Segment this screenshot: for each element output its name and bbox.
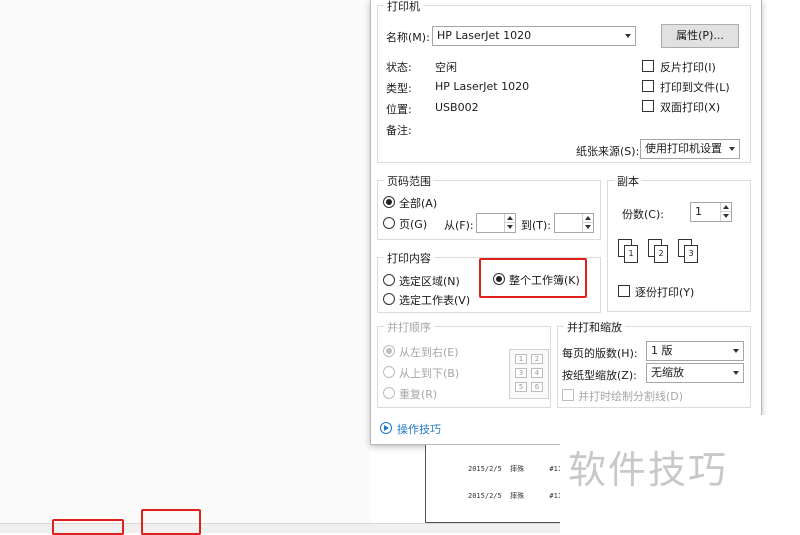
- page-range-all-radio[interactable]: [383, 196, 395, 208]
- spreadsheet-background: [0, 0, 370, 533]
- duplex-print-checkbox[interactable]: [642, 100, 654, 112]
- pages-per-sheet-select[interactable]: 1 版: [646, 341, 744, 361]
- duplex-print-label: 双面打印(X): [660, 101, 721, 114]
- pages-per-sheet-label: 每页的版数(H):: [562, 347, 638, 360]
- left-to-right-label: 从左到右(E): [399, 346, 459, 359]
- left-to-right-radio[interactable]: [383, 345, 395, 357]
- from-page-spinner[interactable]: [476, 213, 516, 233]
- print-order-group: 并打顺序 从左到右(E) 从上到下(B) 重复(R) 1 2 3 4 5 6: [377, 319, 551, 408]
- location-value: USB002: [435, 101, 479, 114]
- from-label: 从(F):: [444, 219, 474, 232]
- chevron-down-icon: [729, 147, 735, 151]
- status-value: 空闲: [435, 61, 457, 74]
- print-order-preview: 1 2 3 4 5 6: [509, 349, 549, 399]
- preview-row: 2015/2/5 摔殊 #11: [468, 492, 563, 500]
- print-preview-area: 2015/2/5 摔殊 #11 2015/2/5 摔殊 #11: [425, 445, 563, 523]
- print-content-title: 打印内容: [384, 250, 434, 266]
- to-label: 到(T):: [521, 219, 552, 232]
- printer-name-value: HP LaserJet 1020: [437, 29, 532, 42]
- copies-title: 副本: [614, 173, 642, 189]
- selected-sheets-radio[interactable]: [383, 293, 395, 305]
- order-cell: 4: [531, 368, 543, 378]
- spin-up-icon[interactable]: [582, 214, 593, 223]
- play-circle-icon: [380, 422, 392, 434]
- print-dialog: 打印机 名称(M): HP LaserJet 1020 属性(P)... 状态:…: [370, 0, 762, 445]
- print-to-file-label: 打印到文件(L): [660, 81, 730, 94]
- copies-count-value: 1: [695, 205, 702, 218]
- spin-down-icon[interactable]: [504, 223, 515, 232]
- highlight-box-right: [141, 509, 201, 535]
- page-icon: 1: [624, 245, 638, 263]
- order-cell: 2: [531, 354, 543, 364]
- merge-zoom-group: 并打和缩放 每页的版数(H): 1 版 按纸型缩放(Z): 无缩放 并打时绘制分…: [557, 319, 751, 408]
- status-label: 状态:: [386, 61, 412, 74]
- operation-tips-link[interactable]: 操作技巧: [397, 421, 441, 437]
- whole-workbook-label: 整个工作簿(K): [509, 274, 580, 287]
- chevron-down-icon: [625, 34, 631, 38]
- printer-group: 打印机 名称(M): HP LaserJet 1020 属性(P)... 状态:…: [377, 0, 751, 163]
- repeat-label: 重复(R): [399, 388, 438, 401]
- print-order-title: 并打顺序: [384, 319, 434, 335]
- location-label: 位置:: [386, 103, 412, 116]
- printer-name-select[interactable]: HP LaserJet 1020: [432, 26, 636, 46]
- highlight-whole-workbook: 整个工作簿(K): [479, 258, 587, 298]
- selection-label: 选定区域(N): [399, 275, 460, 288]
- page-range-pages-radio[interactable]: [383, 217, 395, 229]
- top-to-bottom-radio[interactable]: [383, 366, 395, 378]
- spin-down-icon[interactable]: [582, 223, 593, 232]
- collate-label: 逐份打印(Y): [635, 286, 695, 299]
- spin-up-icon[interactable]: [720, 203, 731, 212]
- printer-group-title: 打印机: [384, 0, 423, 14]
- scale-label: 按纸型缩放(Z):: [562, 369, 637, 382]
- page-icon: 2: [654, 245, 668, 263]
- draw-divider-checkbox[interactable]: [562, 389, 574, 401]
- draw-divider-label: 并打时绘制分割线(D): [578, 390, 684, 403]
- selected-sheets-label: 选定工作表(V): [399, 294, 471, 307]
- collate-pages-icon: 1: [618, 239, 644, 265]
- paper-source-select[interactable]: 使用打印机设置: [640, 139, 740, 159]
- scale-value: 无缩放: [651, 366, 684, 379]
- merge-zoom-title: 并打和缩放: [564, 319, 625, 335]
- preview-row: 2015/2/5 摔殊 #11: [468, 465, 563, 473]
- order-cell: 1: [515, 354, 527, 364]
- page-range-group: 页码范围 全部(A) 页(G) 从(F): 到(T):: [377, 173, 601, 240]
- reverse-print-label: 反片打印(I): [660, 61, 716, 74]
- top-to-bottom-label: 从上到下(B): [399, 367, 460, 380]
- name-label: 名称(M):: [386, 31, 430, 44]
- page-range-all-label: 全部(A): [399, 197, 438, 210]
- comment-label: 备注:: [386, 124, 412, 137]
- chevron-down-icon: [733, 371, 739, 375]
- to-page-spinner[interactable]: [554, 213, 594, 233]
- page-range-pages-label: 页(G): [399, 218, 428, 231]
- paper-source-value: 使用打印机设置: [645, 142, 722, 155]
- scale-select[interactable]: 无缩放: [646, 363, 744, 383]
- properties-button[interactable]: 属性(P)...: [661, 24, 739, 48]
- selection-radio[interactable]: [383, 274, 395, 286]
- type-value: HP LaserJet 1020: [435, 80, 530, 93]
- order-cell: 5: [515, 382, 527, 392]
- chevron-down-icon: [733, 349, 739, 353]
- collate-pages-icon: 2: [648, 239, 674, 265]
- copies-count-spinner[interactable]: 1: [690, 202, 732, 222]
- spin-down-icon[interactable]: [720, 212, 731, 221]
- page-range-title: 页码范围: [384, 173, 434, 189]
- copies-count-label: 份数(C):: [622, 208, 664, 221]
- pages-per-sheet-value: 1 版: [651, 344, 673, 357]
- order-cell: 6: [531, 382, 543, 392]
- repeat-radio[interactable]: [383, 387, 395, 399]
- watermark-text: 软件技巧: [560, 415, 800, 533]
- order-cell: 3: [515, 368, 527, 378]
- type-label: 类型:: [386, 82, 412, 95]
- print-to-file-checkbox[interactable]: [642, 80, 654, 92]
- whole-workbook-radio[interactable]: [493, 273, 505, 285]
- page-icon: 3: [684, 245, 698, 263]
- copies-group: 副本 份数(C): 1 1 2 3 逐份打印(Y): [607, 173, 751, 312]
- reverse-print-checkbox[interactable]: [642, 60, 654, 72]
- paper-source-label: 纸张来源(S):: [576, 145, 640, 158]
- collate-pages-icon: 3: [678, 239, 704, 265]
- collate-checkbox[interactable]: [618, 285, 630, 297]
- spin-up-icon[interactable]: [504, 214, 515, 223]
